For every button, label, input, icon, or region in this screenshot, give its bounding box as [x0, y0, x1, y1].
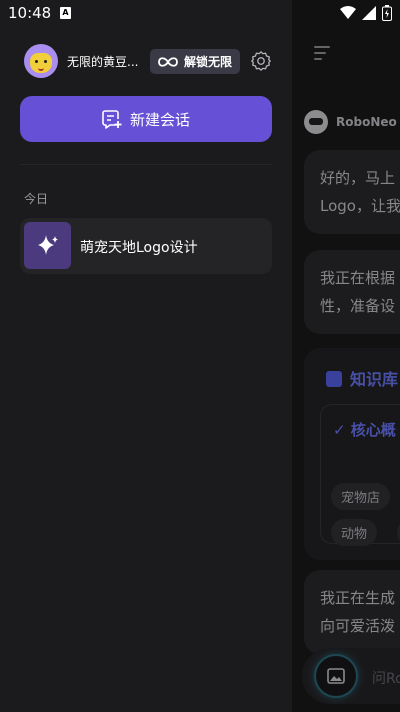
app-notification-icon: A	[60, 7, 71, 19]
infinity-icon	[158, 56, 178, 67]
section-label-today: 今日	[24, 192, 49, 206]
chat-background: RoboNeo 好的，马上 Logo，让我 我正在根据 性，准备设 知识库 ✓ …	[292, 0, 400, 712]
battery-icon	[382, 5, 392, 21]
new-chat-button[interactable]: 新建会话	[20, 96, 272, 142]
drawer-scrim[interactable]	[292, 0, 400, 712]
status-icons	[340, 5, 392, 21]
status-time: 10:48	[8, 4, 52, 22]
unlock-unlimited-button[interactable]: 解锁无限	[150, 49, 241, 74]
avatar[interactable]	[24, 44, 58, 78]
divider	[20, 164, 272, 165]
conversation-item[interactable]: 萌宠天地Logo设计	[20, 218, 272, 274]
new-chat-label: 新建会话	[129, 110, 190, 129]
gear-icon[interactable]	[250, 50, 272, 72]
status-bar: 10:48 A	[0, 0, 400, 28]
signal-icon	[362, 6, 376, 20]
sparkle-icon	[24, 222, 71, 269]
new-chat-icon	[102, 110, 122, 129]
conversation-title: 萌宠天地Logo设计	[80, 240, 198, 256]
user-name[interactable]: 无限的黄豆...	[67, 53, 138, 70]
side-drawer: 无限的黄豆... 解锁无限 新建会话 今日 萌宠天地Logo设计	[0, 0, 292, 712]
wifi-icon	[340, 6, 356, 19]
user-profile-row[interactable]: 无限的黄豆... 解锁无限	[24, 44, 274, 78]
unlock-label: 解锁无限	[184, 55, 233, 69]
